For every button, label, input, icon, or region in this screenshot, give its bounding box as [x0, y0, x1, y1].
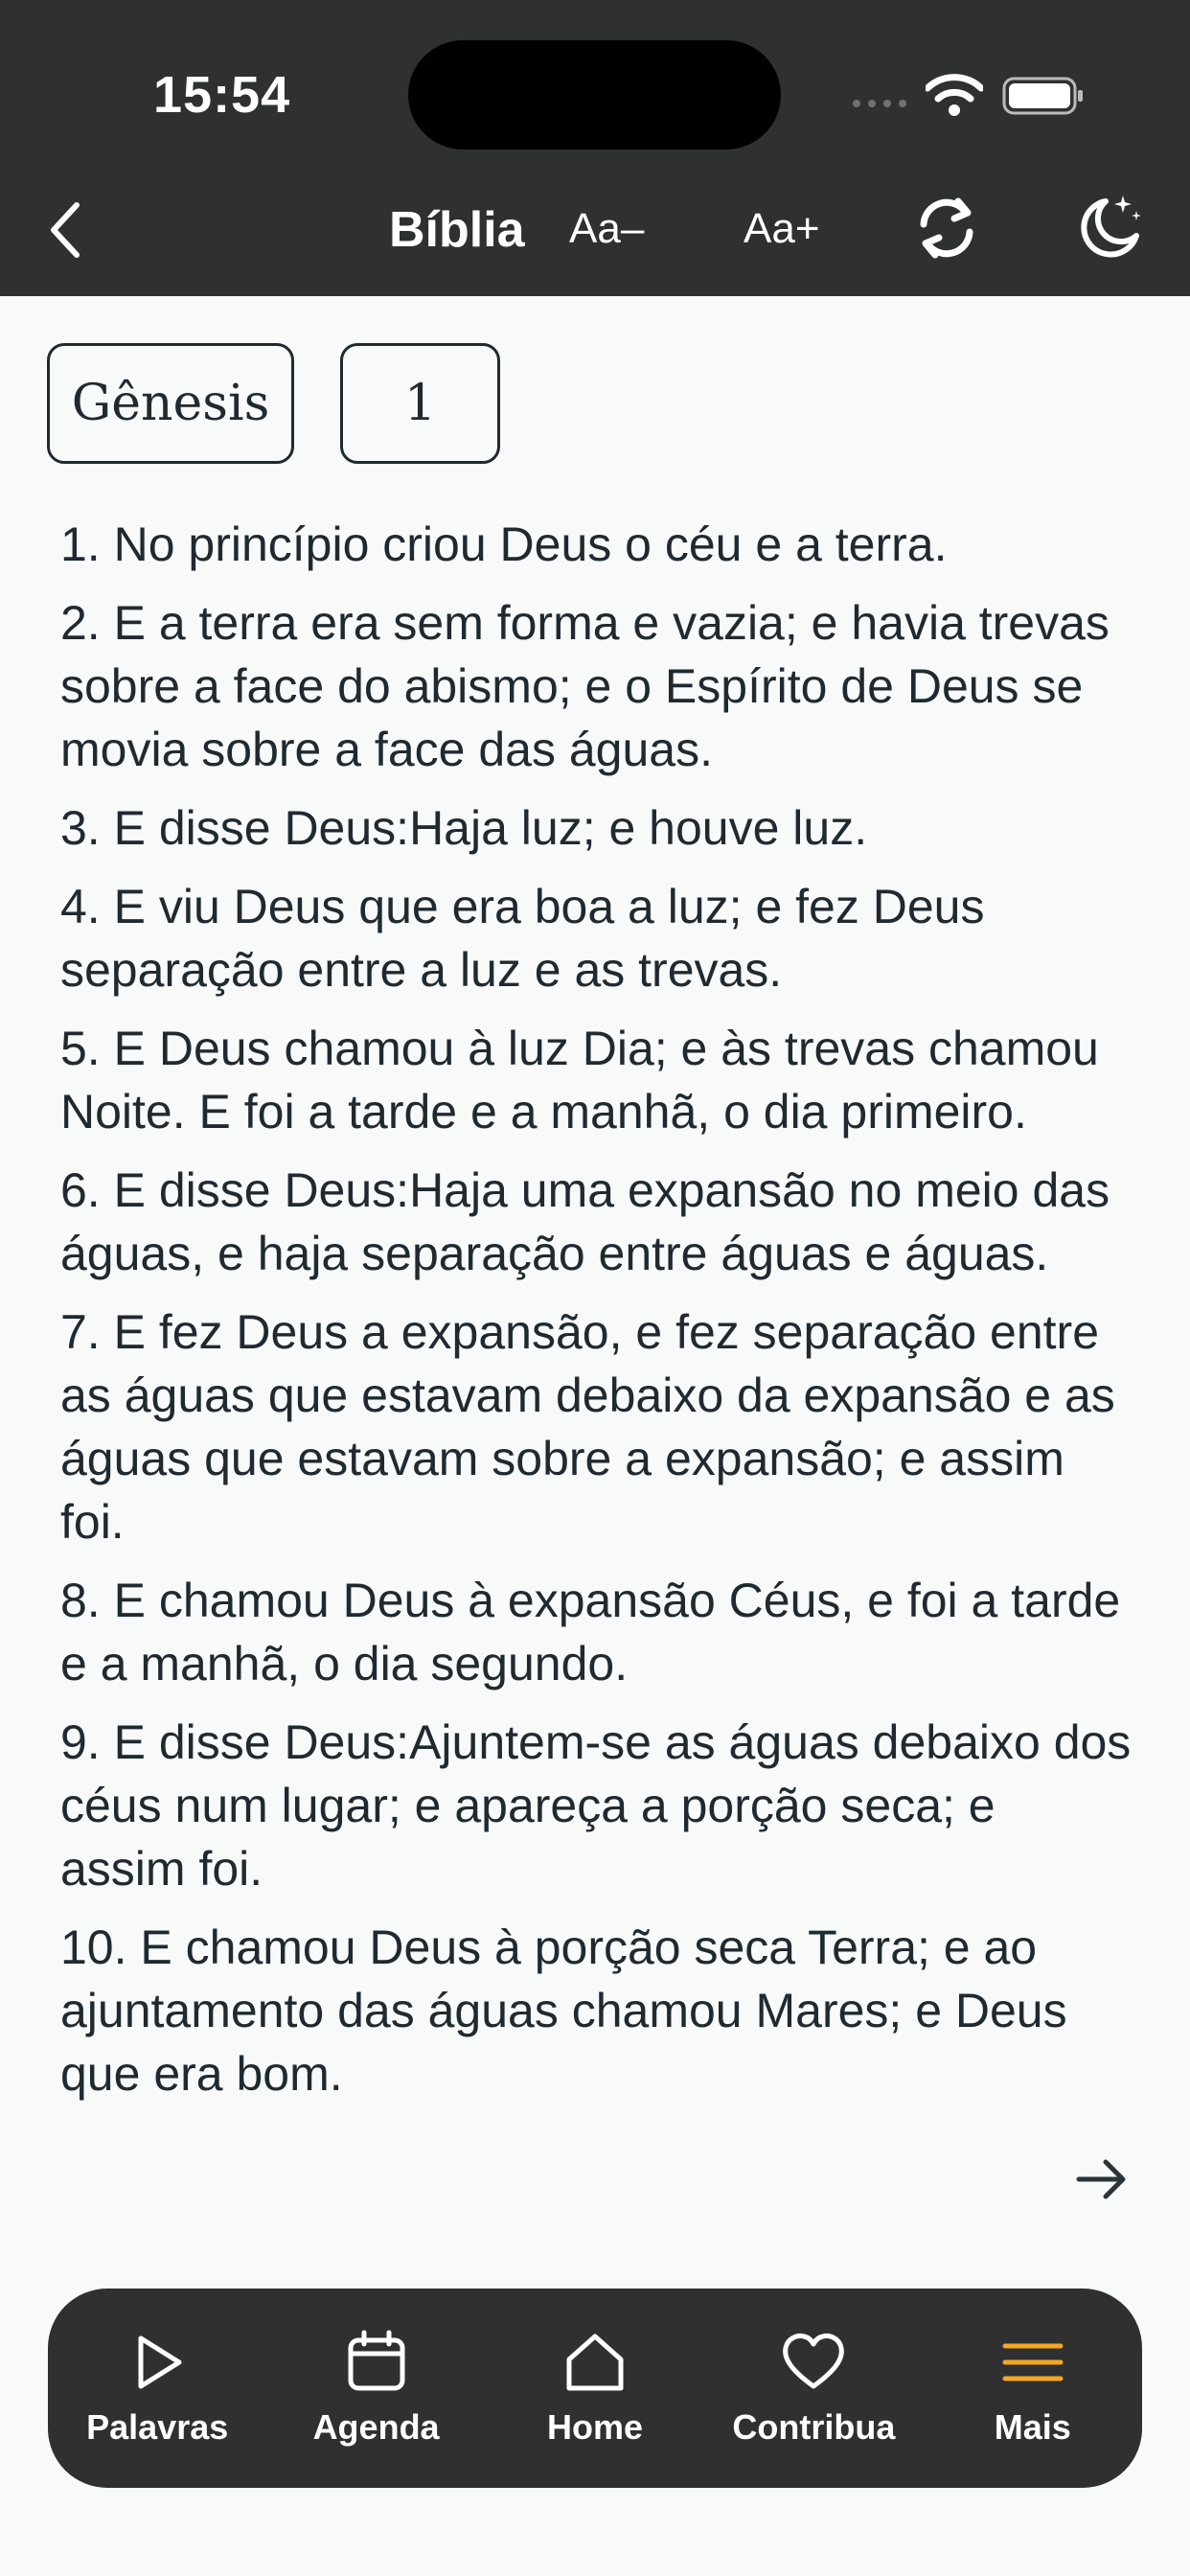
tab-label: Contribua [732, 2407, 896, 2447]
cellular-signal-icon [853, 100, 906, 107]
dynamic-island [408, 40, 781, 150]
calendar-icon [348, 2330, 405, 2391]
bottom-tab-bar: Palavras Agenda Home Contribua Mais [48, 2288, 1142, 2488]
battery-icon [1002, 77, 1083, 115]
tab-label: Mais [994, 2407, 1071, 2447]
verse[interactable]: 5. E Deus chamou à luz Dia; e às trevas … [60, 1017, 1133, 1143]
tab-label: Palavras [86, 2407, 229, 2447]
verse[interactable]: 9. E disse Deus:Ajuntem-se as águas deba… [60, 1711, 1133, 1900]
tab-mais[interactable]: Mais [927, 2329, 1138, 2448]
wifi-icon [926, 74, 983, 116]
verse-list: 1. No princípio criou Deus o céu e a ter… [60, 513, 1133, 2266]
page-title: Bíblia [389, 202, 525, 258]
home-icon [566, 2334, 624, 2391]
verse[interactable]: 7. E fez Deus a expansão, e fez separaçã… [60, 1300, 1133, 1553]
verse[interactable]: 10. E chamou Deus à porção seca Terra; e… [60, 1916, 1133, 2105]
verse[interactable]: 8. E chamou Deus à expansão Céus, e foi … [60, 1569, 1133, 1695]
moon-stars-icon[interactable] [1073, 190, 1148, 264]
verse[interactable]: 1. No princípio criou Deus o céu e a ter… [60, 513, 1133, 576]
tab-home[interactable]: Home [490, 2329, 700, 2448]
verse[interactable]: 4. E viu Deus que era boa a luz; e fez D… [60, 875, 1133, 1001]
tab-label: Home [546, 2407, 643, 2447]
sync-icon[interactable] [910, 192, 983, 264]
tab-palavras[interactable]: Palavras [52, 2329, 263, 2448]
verse[interactable]: 3. E disse Deus:Haja luz; e houve luz. [60, 796, 1133, 860]
tab-agenda[interactable]: Agenda [271, 2329, 482, 2448]
verse[interactable]: 6. E disse Deus:Haja uma expansão no mei… [60, 1159, 1133, 1285]
font-decrease-button[interactable]: Aa– [569, 205, 644, 253]
status-time: 15:54 [153, 66, 291, 124]
play-icon [138, 2335, 182, 2389]
chevron-left-icon[interactable] [46, 199, 84, 261]
font-increase-button[interactable]: Aa+ [744, 205, 820, 253]
arrow-right-icon[interactable] [1073, 2150, 1131, 2208]
tab-label: Agenda [312, 2407, 440, 2447]
verse[interactable]: 2. E a terra era sem forma e vazia; e ha… [60, 591, 1133, 781]
menu-icon [1002, 2343, 1064, 2381]
tab-contribua[interactable]: Contribua [708, 2329, 919, 2448]
app-header: 15:54 Bíblia Aa– Aa+ [0, 0, 1190, 296]
book-selector[interactable]: Gênesis [47, 343, 294, 464]
chapter-selector[interactable]: 1 [340, 343, 500, 464]
heart-icon [783, 2334, 845, 2389]
